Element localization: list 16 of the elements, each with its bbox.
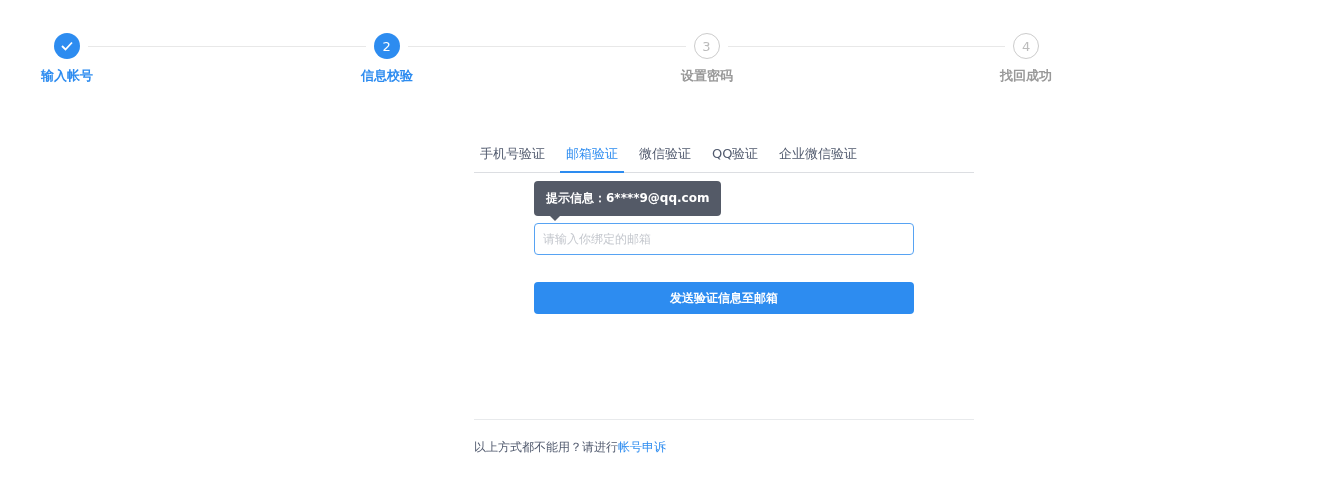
- step-number: 4: [1013, 33, 1040, 59]
- tab[interactable]: 企业微信验证: [773, 139, 864, 173]
- tab[interactable]: 手机号验证: [474, 139, 551, 173]
- step-label: 信息校验: [360, 67, 413, 85]
- appeal-link[interactable]: 帐号申诉: [618, 440, 666, 454]
- step-label: 输入帐号: [41, 67, 93, 85]
- step-number: 2: [373, 33, 400, 59]
- tab[interactable]: 微信验证: [633, 139, 697, 173]
- tab[interactable]: 邮箱验证: [560, 139, 624, 173]
- step-label: 设置密码: [680, 67, 733, 85]
- tooltip: 提示信息：6****9@qq.com: [534, 181, 722, 216]
- step-label: 找回成功: [1000, 67, 1053, 85]
- step-number: 3: [693, 33, 720, 59]
- footer-text: 以上方式都不能用？请进行: [474, 440, 618, 454]
- tab[interactable]: QQ验证: [706, 139, 765, 173]
- step-done-icon: [54, 33, 80, 59]
